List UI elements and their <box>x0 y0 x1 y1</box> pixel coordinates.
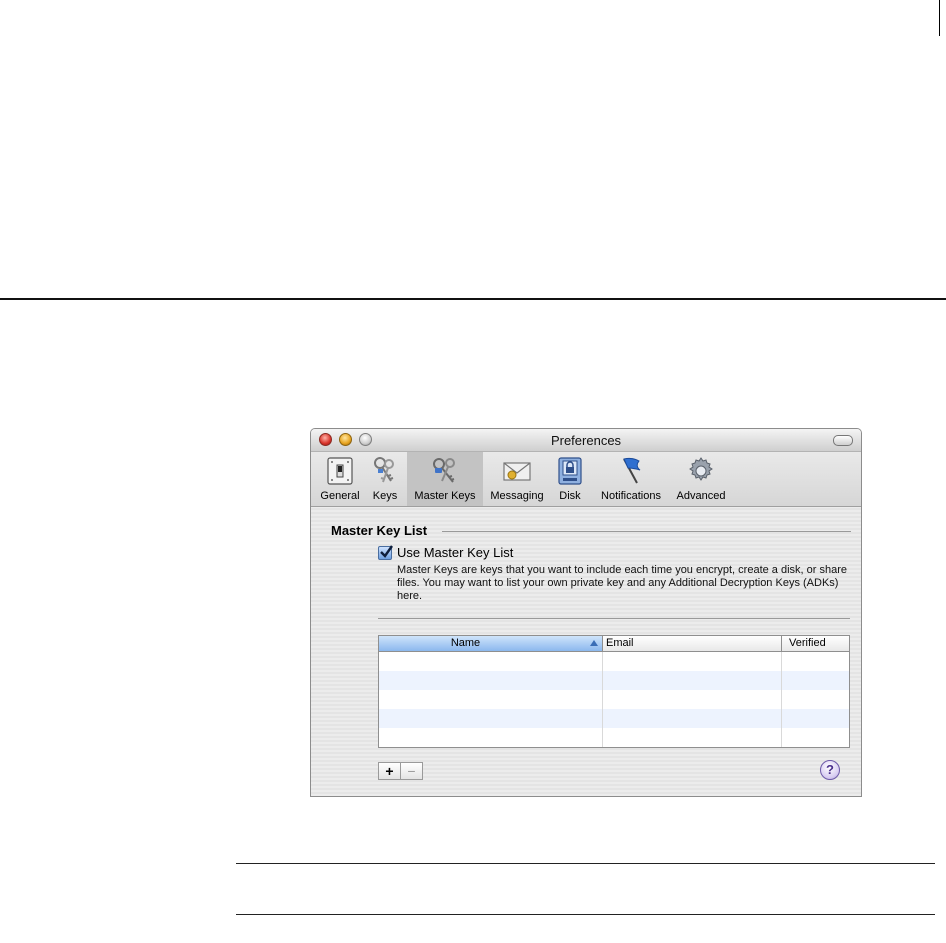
tab-keys[interactable]: Keys <box>367 452 403 506</box>
master-keys-icon <box>433 458 455 483</box>
checkmark-icon <box>380 545 393 558</box>
tab-messaging-label: Messaging <box>490 490 544 502</box>
tab-notifications[interactable]: Notifications <box>595 452 667 506</box>
title-bar[interactable]: Preferences <box>311 429 861 452</box>
use-master-key-list-label[interactable]: Use Master Key List <box>397 545 513 560</box>
preferences-window: Preferences General Keys Master Keys Mes… <box>310 428 862 797</box>
description-divider <box>378 618 850 619</box>
master-keys-description: Master Keys are keys that you want to in… <box>397 564 847 602</box>
table-row[interactable] <box>379 671 849 690</box>
add-key-button[interactable]: + <box>379 763 401 779</box>
table-row[interactable] <box>379 728 849 747</box>
tab-advanced-label: Advanced <box>676 490 726 502</box>
footer-rule-bottom <box>236 914 935 915</box>
footer-rule-top <box>236 863 935 864</box>
tab-disk[interactable]: Disk <box>551 452 589 506</box>
page-margin-mark <box>939 0 940 36</box>
table-header: Name Email Verified <box>379 636 849 652</box>
column-header-name-label: Name <box>450 637 481 649</box>
tab-general[interactable]: General <box>317 452 363 506</box>
sort-ascending-icon <box>590 640 598 646</box>
column-header-email[interactable]: Email <box>603 636 782 651</box>
tab-messaging[interactable]: Messaging <box>487 452 547 506</box>
window-title: Preferences <box>550 433 622 448</box>
tab-advanced[interactable]: Advanced <box>671 452 731 506</box>
header-rule <box>0 298 946 300</box>
disk-lock-icon <box>558 457 582 485</box>
add-remove-buttons: + − <box>378 762 423 780</box>
table-row[interactable] <box>379 690 849 709</box>
section-divider <box>442 531 851 532</box>
remove-key-button[interactable]: − <box>401 763 422 779</box>
envelope-icon <box>503 462 531 481</box>
column-header-verified[interactable]: Verified <box>782 636 849 651</box>
column-header-name[interactable]: Name <box>379 636 603 651</box>
toolbar-toggle-button[interactable] <box>833 435 853 446</box>
table-row[interactable] <box>379 652 849 671</box>
flag-icon <box>623 457 641 484</box>
section-title: Master Key List <box>331 523 428 538</box>
light-switch-icon <box>327 457 353 485</box>
table-body <box>379 652 849 747</box>
tab-general-label: General <box>320 490 360 502</box>
gear-icon <box>689 457 713 481</box>
keys-icon <box>374 457 394 483</box>
tab-master-keys[interactable]: Master Keys <box>407 452 483 506</box>
tab-keys-label: Keys <box>372 490 398 502</box>
preferences-toolbar: General Keys Master Keys Messaging Disk … <box>311 452 861 507</box>
tab-notifications-label: Notifications <box>601 490 661 502</box>
master-keys-table[interactable]: Name Email Verified <box>378 635 850 748</box>
table-row[interactable] <box>379 709 849 728</box>
tab-master-keys-label: Master Keys <box>414 490 476 502</box>
help-button[interactable]: ? <box>820 760 840 780</box>
tab-disk-label: Disk <box>559 490 581 502</box>
use-master-key-list-checkbox[interactable] <box>378 545 393 560</box>
